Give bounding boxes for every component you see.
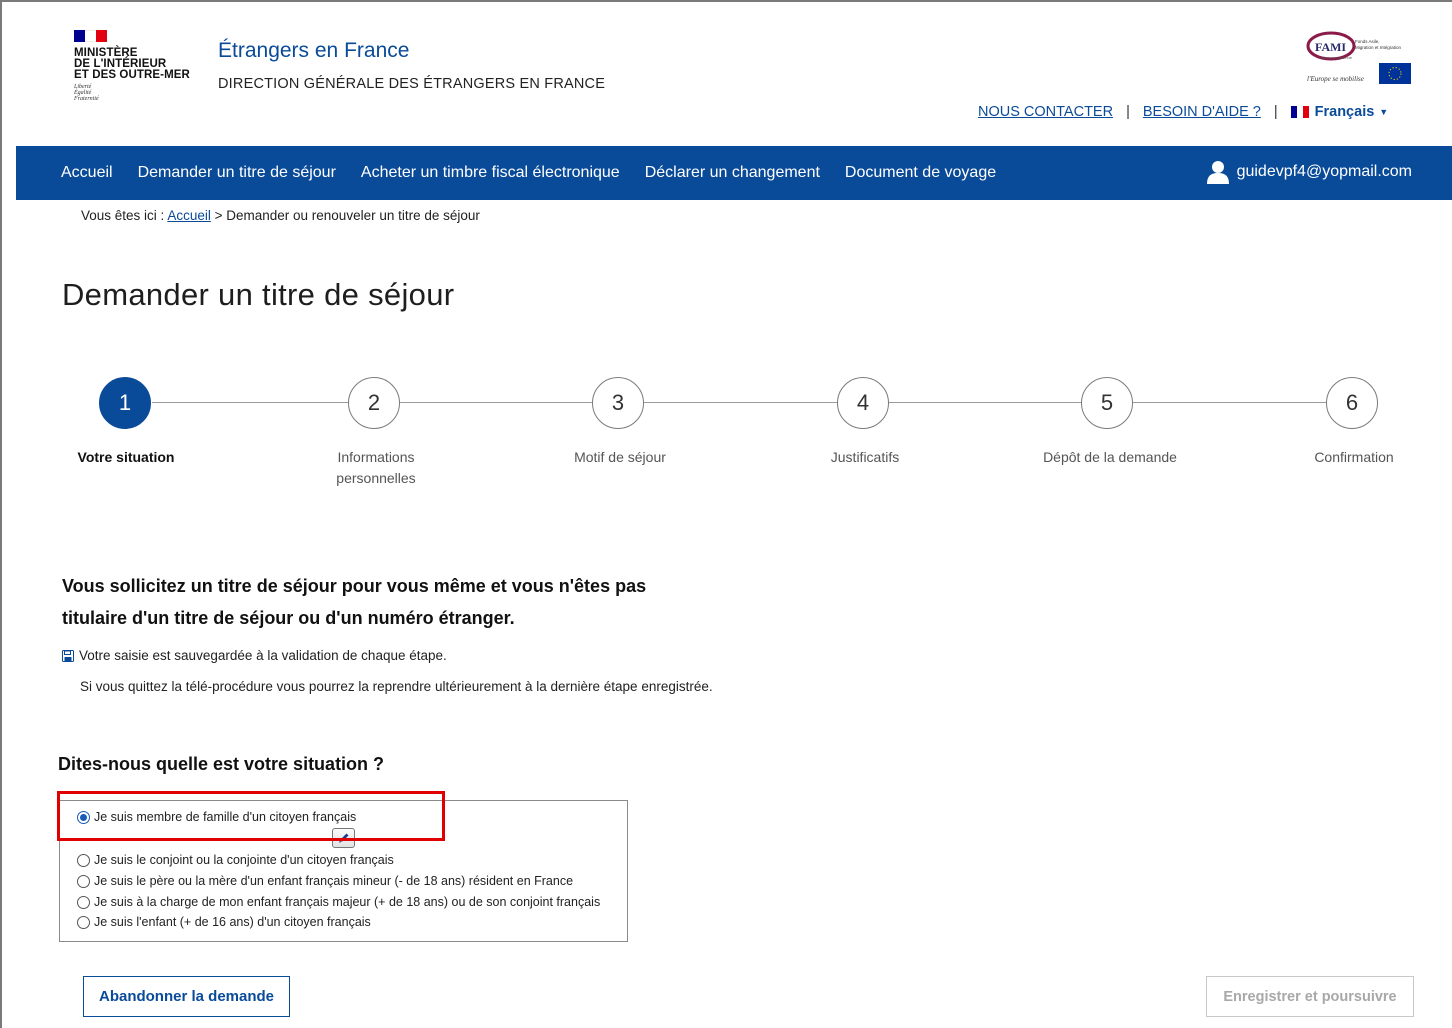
step-3-circle: 3 bbox=[592, 377, 644, 429]
fami-logo-name: FAMI bbox=[1315, 40, 1346, 54]
fami-logo-line-1: Fonds Asile, bbox=[1355, 39, 1380, 44]
nav-item-accueil[interactable]: Accueil bbox=[61, 164, 113, 182]
step-2-label: Informations personnelles bbox=[336, 449, 416, 486]
option-label: Je suis l'enfant (+ de 16 ans) d'un cito… bbox=[94, 915, 371, 929]
stepper-connector bbox=[1131, 402, 1328, 403]
site-title[interactable]: Étrangers en France bbox=[218, 39, 409, 63]
step-5-label: Dépôt de la demande bbox=[1043, 449, 1177, 465]
fami-logo: FAMI Fonds Asile, Migration et Intégrati… bbox=[1305, 29, 1411, 87]
step-6-circle: 6 bbox=[1326, 377, 1378, 429]
breadcrumb: Vous êtes ici : Accueil > Demander ou re… bbox=[81, 208, 480, 223]
breadcrumb-current: > Demander ou renouveler un titre de séj… bbox=[214, 208, 480, 223]
option-label: Je suis le conjoint ou la conjointe d'un… bbox=[94, 853, 394, 867]
republic-motto: Liberté Égalité Fraternité bbox=[74, 84, 99, 102]
stepper-connector bbox=[152, 402, 350, 403]
situation-option-conjoint[interactable]: Je suis le conjoint ou la conjointe d'un… bbox=[77, 853, 394, 867]
stepper-connector bbox=[398, 402, 595, 403]
nav-item-timbre-fiscal[interactable]: Acheter un timbre fiscal électronique bbox=[361, 164, 620, 182]
step-6-label: Confirmation bbox=[1314, 449, 1394, 465]
user-icon bbox=[1206, 161, 1229, 184]
language-label: Français bbox=[1314, 104, 1375, 120]
main-navbar: Accueil Demander un titre de séjour Ache… bbox=[16, 146, 1452, 200]
french-flag-icon bbox=[1290, 106, 1309, 118]
ministry-logo[interactable]: MINISTÈRE DE L'INTÉRIEUR ET DES OUTRE-ME… bbox=[74, 30, 190, 102]
link-separator: | bbox=[1273, 104, 1278, 120]
step-5-circle: 5 bbox=[1081, 377, 1133, 429]
page-title: Demander un titre de séjour bbox=[62, 277, 455, 312]
radio-unchecked[interactable] bbox=[77, 895, 90, 909]
nav-item-declarer-changement[interactable]: Déclarer un changement bbox=[645, 164, 820, 182]
situation-option-a-charge[interactable]: Je suis à la charge de mon enfant frança… bbox=[77, 895, 600, 909]
stepper-connector bbox=[643, 402, 839, 403]
fami-logo-tagline: l'Europe se mobilise bbox=[1307, 75, 1364, 83]
step-1-label: Votre situation bbox=[77, 449, 175, 465]
intro-heading: Vous sollicitez un titre de séjour pour … bbox=[62, 570, 702, 634]
top-links: NOUS CONTACTER | BESOIN D'AIDE ? | Franç… bbox=[978, 104, 1388, 120]
radio-unchecked[interactable] bbox=[77, 853, 90, 867]
resume-note: Si vous quittez la télé-procédure vous p… bbox=[80, 679, 713, 694]
abandon-button[interactable]: Abandonner la demande bbox=[83, 976, 290, 1017]
marianne-flag-icon bbox=[74, 30, 107, 42]
intro-line-1: Vous sollicitez un titre de séjour pour … bbox=[62, 576, 647, 596]
breadcrumb-prefix: Vous êtes ici : bbox=[81, 208, 165, 223]
situation-option-parent[interactable]: Je suis le père ou la mère d'un enfant f… bbox=[77, 874, 573, 888]
breadcrumb-home-link[interactable]: Accueil bbox=[167, 208, 211, 223]
contact-link[interactable]: NOUS CONTACTER bbox=[978, 104, 1113, 120]
annotation-highlight-box bbox=[57, 791, 445, 841]
step-1-circle: 1 bbox=[99, 377, 151, 429]
save-note: Votre saisie est sauvegardée à la valida… bbox=[62, 648, 447, 663]
help-link[interactable]: BESOIN D'AIDE ? bbox=[1143, 104, 1261, 120]
step-4-label: Justificatifs bbox=[830, 449, 900, 465]
step-3-label: Motif de séjour bbox=[574, 449, 666, 465]
language-selector[interactable]: Français ▼ bbox=[1290, 104, 1389, 120]
step-2-circle: 2 bbox=[348, 377, 400, 429]
floppy-disk-icon bbox=[62, 649, 74, 662]
option-label: Je suis à la charge de mon enfant frança… bbox=[94, 895, 601, 909]
save-continue-button[interactable]: Enregistrer et poursuivre bbox=[1206, 976, 1414, 1017]
save-note-text: Votre saisie est sauvegardée à la valida… bbox=[79, 648, 447, 663]
nav-item-document-voyage[interactable]: Document de voyage bbox=[845, 164, 996, 182]
caret-down-icon: ▼ bbox=[1379, 107, 1389, 117]
site-subtitle: DIRECTION GÉNÉRALE DES ÉTRANGERS EN FRAN… bbox=[218, 76, 606, 92]
radio-unchecked[interactable] bbox=[77, 915, 90, 929]
step-4-circle: 4 bbox=[837, 377, 889, 429]
fami-logo-line-2: Migration et Intégration bbox=[1355, 45, 1402, 50]
fami-logo-union: Union européenne bbox=[1319, 55, 1353, 60]
radio-unchecked[interactable] bbox=[77, 874, 90, 888]
situation-option-enfant[interactable]: Je suis l'enfant (+ de 16 ans) d'un cito… bbox=[77, 915, 371, 929]
user-account-menu[interactable]: guidevpf4@yopmail.com bbox=[1206, 160, 1412, 184]
nav-item-demander-titre[interactable]: Demander un titre de séjour bbox=[138, 164, 336, 182]
option-label: Je suis le père ou la mère d'un enfant f… bbox=[94, 874, 574, 888]
stepper-connector bbox=[887, 402, 1083, 403]
user-email: guidevpf4@yopmail.com bbox=[1236, 163, 1412, 180]
intro-line-2: titulaire d'un titre de séjour ou d'un n… bbox=[62, 608, 515, 628]
ministry-name: MINISTÈRE DE L'INTÉRIEUR ET DES OUTRE-ME… bbox=[74, 47, 190, 81]
situation-question: Dites-nous quelle est votre situation ? bbox=[58, 754, 385, 774]
link-separator: | bbox=[1126, 104, 1130, 120]
progress-stepper: 1 2 3 4 5 6 Votre situation Informations… bbox=[0, 377, 1452, 487]
